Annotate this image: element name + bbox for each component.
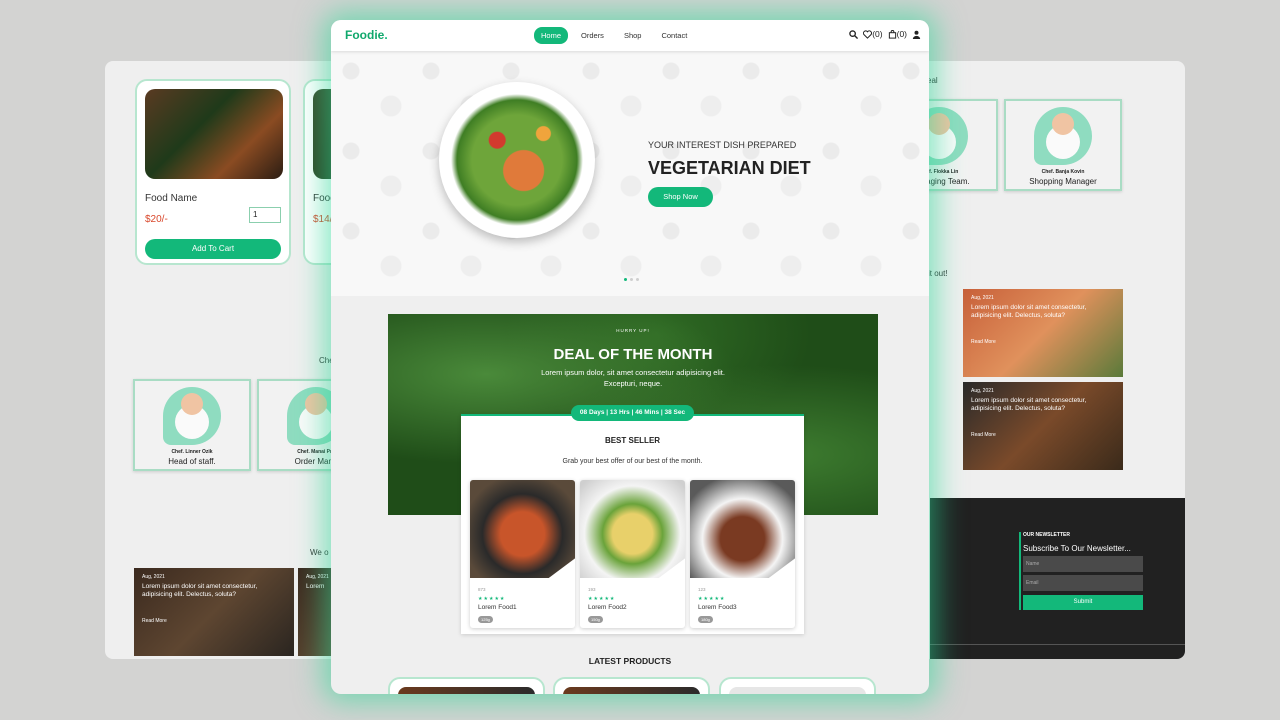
bag-icon [888, 29, 896, 39]
latest-product-card[interactable] [719, 677, 876, 694]
logo-dot: . [384, 28, 388, 42]
chef-photo [1034, 107, 1092, 165]
footer-divider [930, 644, 1185, 645]
search-icon[interactable] [849, 29, 859, 39]
newsletter: OUR NEWSLETTER Subscribe To Our Newslett… [1019, 532, 1143, 610]
product-card[interactable]: 193 ★★★★★ Lorem Food2 150g [580, 480, 685, 628]
product-name: Food Name [145, 193, 198, 204]
carousel-dot[interactable] [630, 278, 633, 281]
logo[interactable]: Foodie. [345, 28, 388, 42]
chef-name: Chef. Linner Ozik [171, 449, 213, 455]
carousel-dot[interactable] [624, 278, 627, 281]
food-image [145, 89, 283, 179]
chef-photo [163, 387, 221, 445]
cart-count: (0) [896, 29, 907, 39]
latest-products-title: LATEST PRODUCTS [588, 656, 672, 666]
deal-title: DEAL OF THE MONTH [553, 346, 713, 363]
product-card: Food Name $20/- 1 Add To Cart [135, 79, 291, 265]
weight-tag: 180g [698, 616, 713, 623]
wishlist-count: (0) [872, 29, 883, 39]
name-field[interactable]: Name [1023, 556, 1143, 572]
product-name: Lorem Food1 [478, 604, 517, 611]
salad-image [439, 82, 595, 238]
chef-role: Head of staff. [168, 457, 216, 466]
blog-card[interactable]: Aug, 2021 Lorem ipsum dolor sit amet con… [963, 382, 1123, 470]
weight-tag: 125g [478, 616, 493, 623]
best-seller-panel: BEST SELLER Grab your best offer of our … [461, 414, 804, 634]
hero-banner: YOUR INTEREST DISH PREPARED VEGETARIAN D… [331, 51, 929, 296]
cart-button[interactable]: (0) [888, 29, 907, 39]
best-seller-subtitle: Grab your best offer of our best of the … [562, 458, 703, 465]
blog-card[interactable]: Aug, 2021 Lorem ipsum dolor sit amet con… [134, 568, 294, 656]
product-name: Lorem Food3 [698, 604, 737, 611]
read-more-link[interactable]: Read More [971, 339, 1115, 345]
chef-card: Chef. Linner Ozik Head of staff. [133, 379, 251, 471]
user-icon[interactable] [912, 30, 921, 39]
quantity-input[interactable]: 1 [249, 207, 281, 223]
blog-heading: We o [310, 548, 329, 557]
deal-hurry: HURRY UP! [616, 328, 650, 333]
food-image [580, 480, 685, 578]
rating-stars: ★★★★★ [698, 596, 726, 602]
food-image [470, 480, 575, 578]
nav-orders[interactable]: Orders [574, 27, 611, 44]
food-image [690, 480, 795, 578]
blog-text: Lorem ipsum dolor sit amet consectetur, … [971, 397, 1087, 413]
product-card[interactable]: 873 ★★★★★ Lorem Food1 125g [470, 480, 575, 628]
blog-card[interactable]: Aug, 2021 Lorem ipsum dolor sit amet con… [963, 289, 1123, 377]
chef-name: Chef. Banja Kovin [1041, 169, 1085, 175]
blog-date: Aug, 2021 [971, 295, 994, 301]
read-more-link[interactable]: Read More [971, 432, 1115, 438]
newsletter-subtitle: Subscribe To Our Newsletter... [1023, 544, 1131, 553]
product-count: 123 [698, 587, 706, 592]
best-seller-title: BEST SELLER [604, 436, 661, 445]
hero-title: VEGETARIAN DIET [648, 158, 811, 178]
add-to-cart-button[interactable]: Add To Cart [145, 239, 281, 259]
footer: OUR NEWSLETTER Subscribe To Our Newslett… [930, 498, 1185, 659]
blog-heading: it out! [928, 269, 948, 278]
email-field[interactable]: Email [1023, 575, 1143, 591]
nav-contact[interactable]: Contact [654, 27, 694, 44]
countdown-timer: 08 Days | 13 Hrs | 46 Mins | 38 Sec [571, 405, 694, 421]
navbar: Foodie. Home Orders Shop Contact (0) (0) [331, 20, 929, 51]
carousel-dots [624, 278, 639, 281]
carousel-dot[interactable] [636, 278, 639, 281]
deal-text: Lorem ipsum dolor, sit amet consectetur … [541, 368, 725, 388]
heart-icon [863, 29, 873, 39]
nav-shop[interactable]: Shop [617, 27, 649, 44]
blog-date: Aug, 2021 [142, 574, 165, 580]
product-card[interactable]: 123 ★★★★★ Lorem Food3 180g [690, 480, 795, 628]
nav-home[interactable]: Home [534, 27, 569, 44]
product-name: Lorem Food2 [588, 604, 627, 611]
hero-subtitle: YOUR INTEREST DISH PREPARED [648, 140, 797, 150]
submit-button[interactable]: Submit [1023, 595, 1143, 610]
blog-text: Lorem ipsum dolor sit amet consectetur, … [971, 304, 1087, 320]
chef-role: Shopping Manager [1029, 177, 1097, 186]
wishlist-button[interactable]: (0) [863, 29, 883, 39]
blog-date: Aug, 2021 [971, 388, 994, 394]
nav-menu: Home Orders Shop Contact [534, 27, 694, 44]
latest-product-card[interactable] [553, 677, 710, 694]
latest-product-card[interactable] [388, 677, 545, 694]
chef-card: Chef. Banja Kovin Shopping Manager [1004, 99, 1122, 191]
rating-stars: ★★★★★ [478, 596, 506, 602]
logo-text: Foodie [345, 28, 385, 42]
product-count: 193 [588, 587, 596, 592]
shop-now-button[interactable]: Shop Now [648, 187, 713, 207]
weight-tag: 150g [588, 616, 603, 623]
nav-icons: (0) (0) [849, 29, 921, 39]
blog-text: Lorem ipsum dolor sit amet consectetur, … [142, 583, 258, 599]
main-window: Foodie. Home Orders Shop Contact (0) (0) [331, 20, 929, 694]
newsletter-heading: OUR NEWSLETTER [1023, 532, 1070, 538]
read-more-link[interactable]: Read More [142, 618, 286, 624]
rating-stars: ★★★★★ [588, 596, 616, 602]
product-count: 873 [478, 587, 486, 592]
